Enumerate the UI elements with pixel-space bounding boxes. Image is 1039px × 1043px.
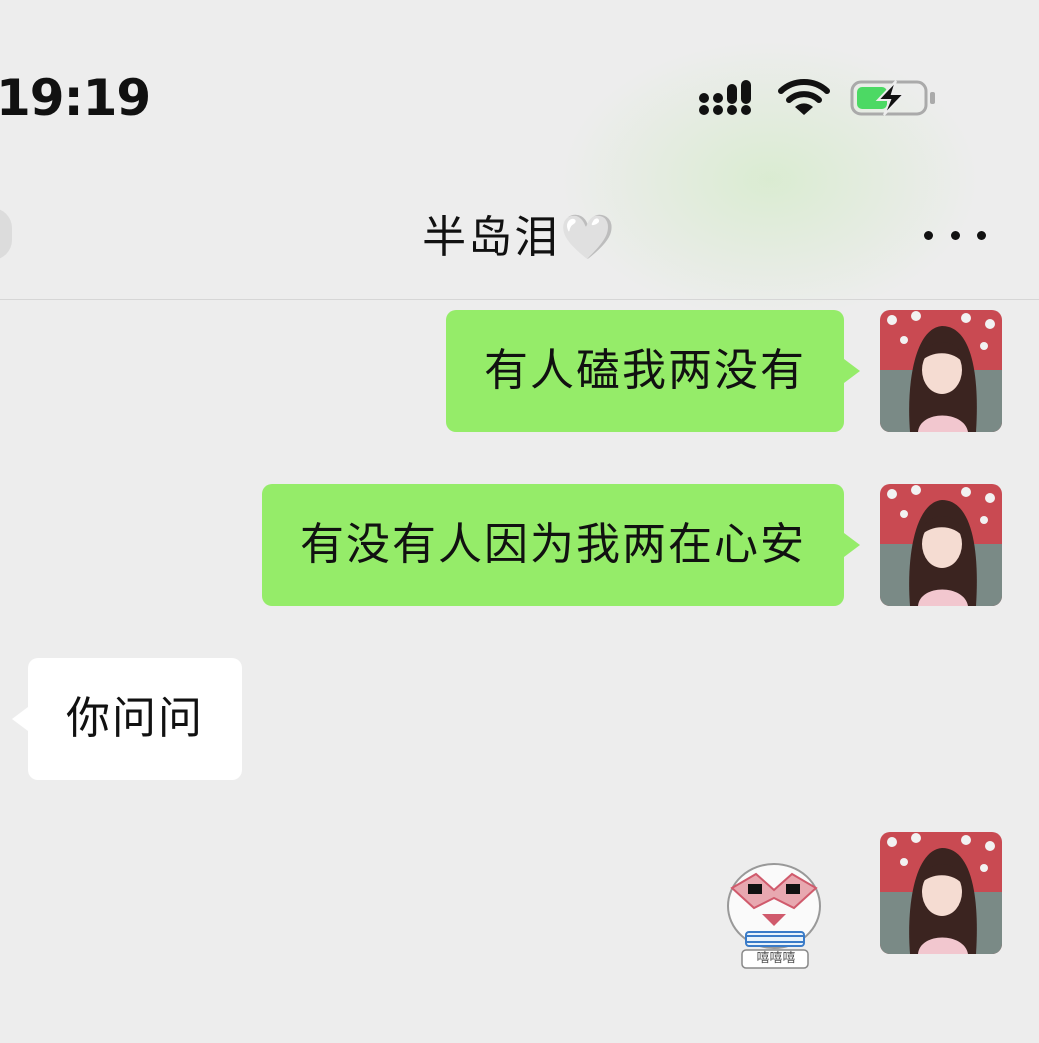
message-bubble-received[interactable]: 你问问 bbox=[12, 658, 242, 780]
cartoon-sticker-icon[interactable]: 嘻嘻嘻 bbox=[722, 858, 832, 978]
battery-charging-icon bbox=[850, 80, 935, 116]
status-time: 19:19 bbox=[0, 69, 151, 127]
avatar[interactable] bbox=[880, 832, 1002, 954]
sticker-caption: 嘻嘻嘻 bbox=[756, 951, 796, 966]
more-dots-icon[interactable] bbox=[924, 220, 986, 250]
message-bubble-sent[interactable]: 有人磕我两没有 bbox=[446, 310, 860, 432]
avatar[interactable] bbox=[880, 484, 1002, 606]
chat-header: 半岛泪🤍 bbox=[0, 190, 1039, 300]
avatar[interactable] bbox=[880, 310, 1002, 432]
status-bar: 19:19 bbox=[0, 0, 1039, 190]
chat-title: 半岛泪🤍 bbox=[422, 212, 617, 263]
header-divider bbox=[0, 299, 1039, 300]
wifi-icon bbox=[778, 79, 830, 115]
message-bubble-sent[interactable]: 有没有人因为我两在心安 bbox=[262, 484, 860, 606]
cellular-signal-icon bbox=[699, 80, 751, 115]
